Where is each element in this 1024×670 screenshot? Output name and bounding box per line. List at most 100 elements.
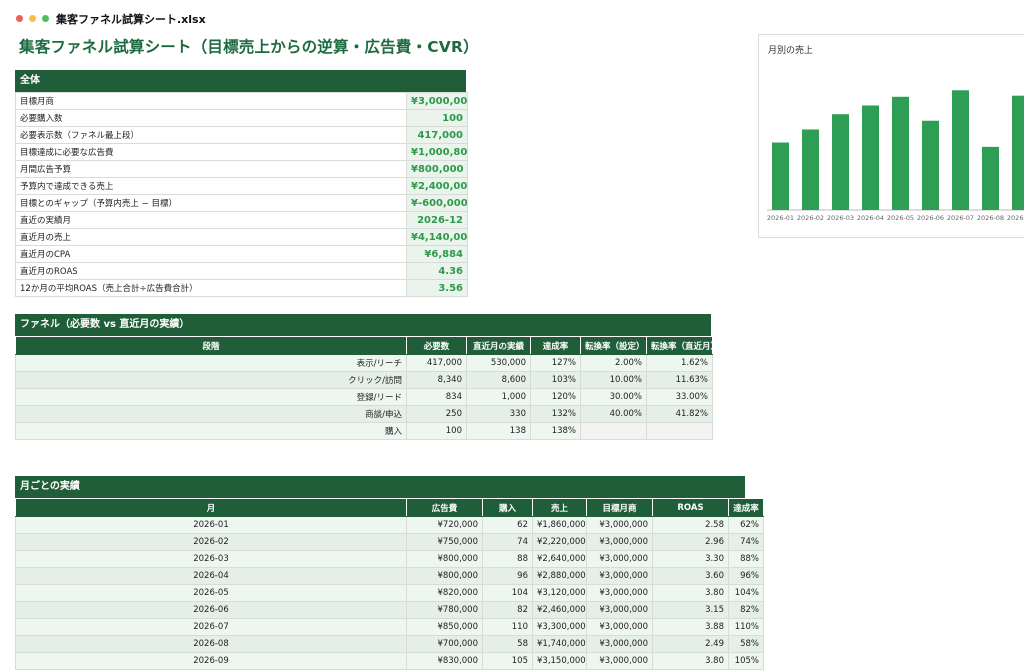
monthly-cell[interactable]: ¥3,300,000 bbox=[532, 618, 587, 636]
summary-value[interactable]: 100 bbox=[406, 109, 468, 127]
summary-label[interactable]: 必要表示数（ファネル最上段） bbox=[15, 126, 407, 144]
summary-value[interactable]: ¥6,884 bbox=[406, 245, 468, 263]
monthly-cell[interactable]: ¥3,120,000 bbox=[532, 584, 587, 602]
monthly-cell[interactable]: ¥3,000,000 bbox=[586, 652, 653, 670]
funnel-cell[interactable]: 30.00% bbox=[580, 388, 647, 406]
monthly-cell[interactable]: 104 bbox=[482, 584, 533, 602]
summary-value[interactable]: ¥3,000,000 bbox=[406, 92, 468, 110]
monthly-cell[interactable]: 2026-01 bbox=[15, 516, 407, 534]
monthly-cell[interactable]: 88% bbox=[728, 550, 764, 568]
funnel-cell[interactable]: 1.62% bbox=[646, 354, 713, 372]
funnel-cell[interactable]: 138 bbox=[466, 422, 531, 440]
summary-value[interactable]: ¥-600,000 bbox=[406, 194, 468, 212]
monthly-cell[interactable]: 3.30 bbox=[652, 550, 729, 568]
monthly-column-header[interactable]: 広告費 bbox=[406, 498, 483, 517]
funnel-cell[interactable]: 530,000 bbox=[466, 354, 531, 372]
monthly-column-header[interactable]: ROAS bbox=[652, 498, 729, 517]
summary-label[interactable]: 目標とのギャップ（予算内売上 − 目標） bbox=[15, 194, 407, 212]
monthly-cell[interactable]: ¥1,860,000 bbox=[532, 516, 587, 534]
summary-label[interactable]: 月間広告予算 bbox=[15, 160, 407, 178]
monthly-cell[interactable]: 105% bbox=[728, 652, 764, 670]
close-window-button[interactable] bbox=[16, 15, 23, 22]
funnel-cell[interactable]: 1,000 bbox=[466, 388, 531, 406]
monthly-cell[interactable]: 58% bbox=[728, 635, 764, 653]
monthly-cell[interactable]: ¥3,000,000 bbox=[586, 567, 653, 585]
minimize-window-button[interactable] bbox=[29, 15, 36, 22]
monthly-cell[interactable]: 3.80 bbox=[652, 652, 729, 670]
monthly-cell[interactable]: 2026-05 bbox=[15, 584, 407, 602]
funnel-cell[interactable]: 表示/リーチ bbox=[15, 354, 407, 372]
monthly-cell[interactable]: 3.80 bbox=[652, 584, 729, 602]
monthly-cell[interactable]: ¥1,740,000 bbox=[532, 635, 587, 653]
monthly-cell[interactable]: 2026-07 bbox=[15, 618, 407, 636]
monthly-cell[interactable]: ¥780,000 bbox=[406, 601, 483, 619]
monthly-cell[interactable]: 2026-06 bbox=[15, 601, 407, 619]
maximize-window-button[interactable] bbox=[42, 15, 49, 22]
monthly-cell[interactable]: 2026-03 bbox=[15, 550, 407, 568]
monthly-cell[interactable]: 74% bbox=[728, 533, 764, 551]
monthly-cell[interactable]: ¥3,000,000 bbox=[586, 601, 653, 619]
monthly-column-header[interactable]: 達成率 bbox=[728, 498, 764, 517]
funnel-cell[interactable]: 2.00% bbox=[580, 354, 647, 372]
funnel-cell[interactable]: 11.63% bbox=[646, 371, 713, 389]
monthly-cell[interactable]: ¥3,000,000 bbox=[586, 533, 653, 551]
monthly-cell[interactable]: 110 bbox=[482, 618, 533, 636]
monthly-cell[interactable]: 62 bbox=[482, 516, 533, 534]
monthly-cell[interactable]: 96 bbox=[482, 567, 533, 585]
funnel-cell[interactable]: クリック/訪問 bbox=[15, 371, 407, 389]
monthly-column-header[interactable]: 売上 bbox=[532, 498, 587, 517]
sales-bar[interactable] bbox=[892, 96, 909, 210]
monthly-cell[interactable]: 58 bbox=[482, 635, 533, 653]
funnel-cell[interactable]: 商談/申込 bbox=[15, 405, 407, 423]
summary-label[interactable]: 直近月のROAS bbox=[15, 262, 407, 280]
summary-value[interactable]: ¥2,400,000 bbox=[406, 177, 468, 195]
monthly-cell[interactable]: 82% bbox=[728, 601, 764, 619]
monthly-cell[interactable]: 2026-09 bbox=[15, 652, 407, 670]
monthly-cell[interactable]: 62% bbox=[728, 516, 764, 534]
monthly-cell[interactable]: ¥2,220,000 bbox=[532, 533, 587, 551]
monthly-cell[interactable]: 82 bbox=[482, 601, 533, 619]
funnel-cell[interactable]: 120% bbox=[530, 388, 581, 406]
funnel-column-header[interactable]: 必要数 bbox=[406, 336, 467, 355]
monthly-cell[interactable]: 2026-08 bbox=[15, 635, 407, 653]
summary-label[interactable]: 必要購入数 bbox=[15, 109, 407, 127]
monthly-cell[interactable]: 2.49 bbox=[652, 635, 729, 653]
summary-value[interactable]: 417,000 bbox=[406, 126, 468, 144]
monthly-cell[interactable]: ¥820,000 bbox=[406, 584, 483, 602]
summary-label[interactable]: 目標達成に必要な広告費 bbox=[15, 143, 407, 161]
funnel-cell[interactable]: 100 bbox=[406, 422, 467, 440]
funnel-cell[interactable]: 417,000 bbox=[406, 354, 467, 372]
monthly-cell[interactable]: ¥2,640,000 bbox=[532, 550, 587, 568]
funnel-cell[interactable] bbox=[580, 422, 647, 440]
sales-bar[interactable] bbox=[1012, 95, 1024, 210]
funnel-cell[interactable]: 8,340 bbox=[406, 371, 467, 389]
funnel-cell[interactable]: 103% bbox=[530, 371, 581, 389]
monthly-cell[interactable]: ¥3,000,000 bbox=[586, 550, 653, 568]
monthly-cell[interactable]: 74 bbox=[482, 533, 533, 551]
funnel-column-header[interactable]: 達成率 bbox=[530, 336, 581, 355]
funnel-cell[interactable]: 127% bbox=[530, 354, 581, 372]
monthly-cell[interactable]: ¥3,000,000 bbox=[586, 618, 653, 636]
monthly-cell[interactable]: 2026-02 bbox=[15, 533, 407, 551]
summary-label[interactable]: 目標月商 bbox=[15, 92, 407, 110]
monthly-cell[interactable]: 2.96 bbox=[652, 533, 729, 551]
funnel-cell[interactable]: 登録/リード bbox=[15, 388, 407, 406]
monthly-cell[interactable]: 3.15 bbox=[652, 601, 729, 619]
monthly-cell[interactable]: ¥700,000 bbox=[406, 635, 483, 653]
funnel-cell[interactable]: 330 bbox=[466, 405, 531, 423]
funnel-column-header[interactable]: 転換率（設定） bbox=[580, 336, 647, 355]
monthly-column-header[interactable]: 月 bbox=[15, 498, 407, 517]
summary-label[interactable]: 直近月のCPA bbox=[15, 245, 407, 263]
funnel-cell[interactable]: 購入 bbox=[15, 422, 407, 440]
funnel-cell[interactable]: 138% bbox=[530, 422, 581, 440]
funnel-column-header[interactable]: 段階 bbox=[15, 336, 407, 355]
funnel-cell[interactable]: 834 bbox=[406, 388, 467, 406]
monthly-cell[interactable]: ¥2,880,000 bbox=[532, 567, 587, 585]
summary-value[interactable]: 4.36 bbox=[406, 262, 468, 280]
funnel-column-header[interactable]: 転換率（直近月） bbox=[646, 336, 713, 355]
monthly-cell[interactable]: ¥720,000 bbox=[406, 516, 483, 534]
summary-value[interactable]: 3.56 bbox=[406, 279, 468, 297]
summary-label[interactable]: 直近月の売上 bbox=[15, 228, 407, 246]
monthly-cell[interactable]: ¥3,000,000 bbox=[586, 584, 653, 602]
summary-label[interactable]: 予算内で達成できる売上 bbox=[15, 177, 407, 195]
